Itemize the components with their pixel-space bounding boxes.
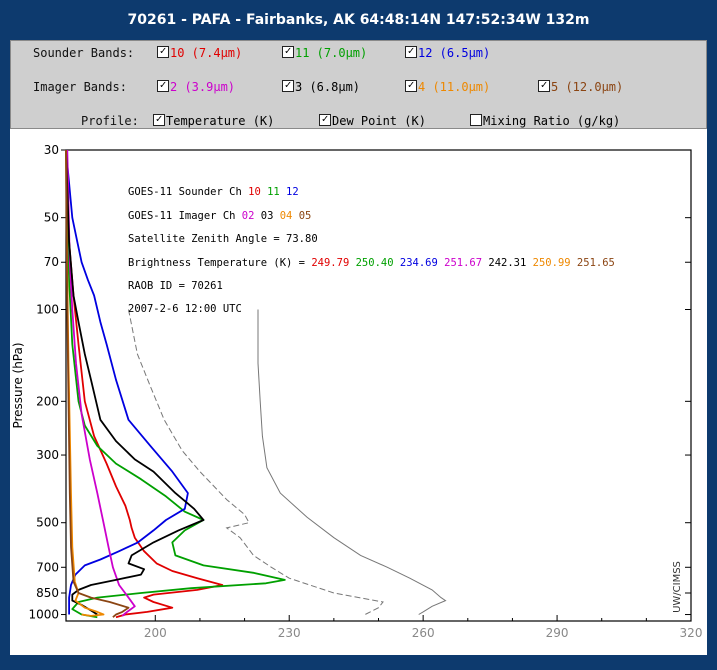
checkbox-icon[interactable] [157, 80, 169, 92]
x-tick-label: 230 [278, 626, 301, 640]
watermark-text: UW/CIMSS [672, 561, 683, 613]
annotation-brightness-temperature: Brightness Temperature (K) = 249.79 250.… [128, 257, 615, 269]
y-tick-label: 1000 [28, 608, 59, 622]
profile-option-1[interactable]: Temperature (K) [153, 111, 274, 131]
annotation-part: Satellite Zenith Angle = 73.80 [128, 233, 318, 245]
y-tick-label: 500 [36, 516, 59, 530]
sounder-option-label: 12 (6.5μm) [418, 46, 491, 60]
sounder-option-label: 10 (7.4μm) [170, 46, 243, 60]
annotation-part: 250.40 [349, 257, 393, 269]
checkbox-icon[interactable] [153, 114, 165, 126]
annotation-imager-channels: GOES-11 Imager Ch 02 03 04 05 [128, 210, 311, 222]
annotation-part: 03 [254, 210, 273, 222]
annotation-part: Brightness Temperature (K) = [128, 257, 305, 269]
x-tick-label: 320 [680, 626, 703, 640]
checkbox-icon[interactable] [157, 46, 169, 58]
weighting-function-chart: 30 50 70 100 200 300 500 700 850 1000 Pressure (hP… [11, 143, 703, 640]
sounder-option-1[interactable]: 10 (7.4μm) [157, 43, 242, 63]
annotation-part: 05 [292, 210, 311, 222]
annotation-part: 250.99 [526, 257, 570, 269]
sounder-option-2[interactable]: 11 (7.0μm) [282, 43, 367, 63]
checkbox-icon[interactable] [538, 80, 550, 92]
imager-option-label: 3 (6.8μm) [295, 80, 361, 94]
checkbox-icon[interactable] [405, 46, 417, 58]
y-tick-label: 300 [36, 448, 59, 462]
profile-option-label: Dew Point (K) [332, 114, 426, 128]
imager-option-3[interactable]: 4 (11.0μm) [405, 77, 490, 97]
y-tick-label: 70 [44, 255, 59, 269]
annotation-zenith-angle: Satellite Zenith Angle = 73.80 [128, 233, 318, 245]
sounder-option-label: 11 (7.0μm) [295, 46, 368, 60]
imager-bands-label: Imager Bands: [33, 80, 127, 94]
weighting-curve-ch02 [66, 149, 136, 617]
annotation-part: 234.69 [394, 257, 438, 269]
x-tick-label: 290 [546, 626, 569, 640]
y-axis-label: Pressure (hPa) [11, 342, 25, 428]
profile-option-label: Mixing Ratio (g/kg) [483, 114, 621, 128]
y-tick-label: 50 [44, 211, 59, 225]
checkbox-icon[interactable] [319, 114, 331, 126]
annotation-part: 251.65 [571, 257, 615, 269]
annotation-part: 12 [280, 186, 299, 198]
annotation-part: 10 [242, 186, 261, 198]
annotation-part: 2007-2-6 12:00 UTC [128, 303, 242, 315]
annotation-part: 251.67 [438, 257, 482, 269]
checkbox-icon[interactable] [282, 80, 294, 92]
annotation-part: GOES-11 Imager Ch [128, 210, 235, 222]
imager-option-label: 2 (3.9μm) [170, 80, 236, 94]
x-tick-label: 200 [144, 626, 167, 640]
y-tick-label: 700 [36, 560, 59, 574]
y-tick-label: 200 [36, 394, 59, 408]
checkbox-icon[interactable] [282, 46, 294, 58]
page-title: 70261 - PAFA - Fairbanks, AK 64:48:14N 1… [127, 12, 590, 28]
y-tick-label: 30 [44, 143, 59, 157]
imager-option-2[interactable]: 3 (6.8μm) [282, 77, 360, 97]
annotation-part: 04 [273, 210, 292, 222]
annotation-part: GOES-11 Sounder Ch [128, 186, 242, 198]
annotation-part: 11 [261, 186, 280, 198]
annotation-raob-id: RAOB ID = 70261 [128, 280, 223, 292]
sounder-bands-label: Sounder Bands: [33, 46, 135, 60]
x-tick-label: 260 [412, 626, 435, 640]
band-controls-panel: Sounder Bands: 10 (7.4μm) 11 (7.0μm) 12 (6… [10, 40, 707, 129]
y-tick-label: 100 [36, 302, 59, 316]
weighting-curve-ch05 [65, 149, 130, 618]
imager-option-4[interactable]: 5 (12.0μm) [538, 77, 623, 97]
annotation-part: 02 [235, 210, 254, 222]
annotation-part: 249.79 [305, 257, 349, 269]
y-tick-label: 850 [36, 586, 59, 600]
profile-label: Profile: [81, 114, 139, 128]
imager-option-label: 5 (12.0μm) [551, 80, 624, 94]
annotation-sounder-channels: GOES-11 Sounder Ch 10 11 12 [128, 186, 299, 198]
checkbox-icon[interactable] [405, 80, 417, 92]
annotation-part: RAOB ID = 70261 [128, 280, 223, 292]
imager-option-1[interactable]: 2 (3.9μm) [157, 77, 235, 97]
annotation-part: 242.31 [482, 257, 526, 269]
imager-option-label: 4 (11.0μm) [418, 80, 491, 94]
profile-option-label: Temperature (K) [166, 114, 275, 128]
profile-option-3[interactable]: Mixing Ratio (g/kg) [470, 111, 620, 131]
checkbox-icon[interactable] [470, 114, 482, 126]
profile-option-2[interactable]: Dew Point (K) [319, 111, 426, 131]
chart-panel: 30 50 70 100 200 300 500 700 850 1000 Pressure (hP… [10, 129, 707, 655]
sounder-option-3[interactable]: 12 (6.5μm) [405, 43, 490, 63]
temperature-profile-line [257, 309, 447, 615]
annotation-date: 2007-2-6 12:00 UTC [128, 303, 242, 315]
